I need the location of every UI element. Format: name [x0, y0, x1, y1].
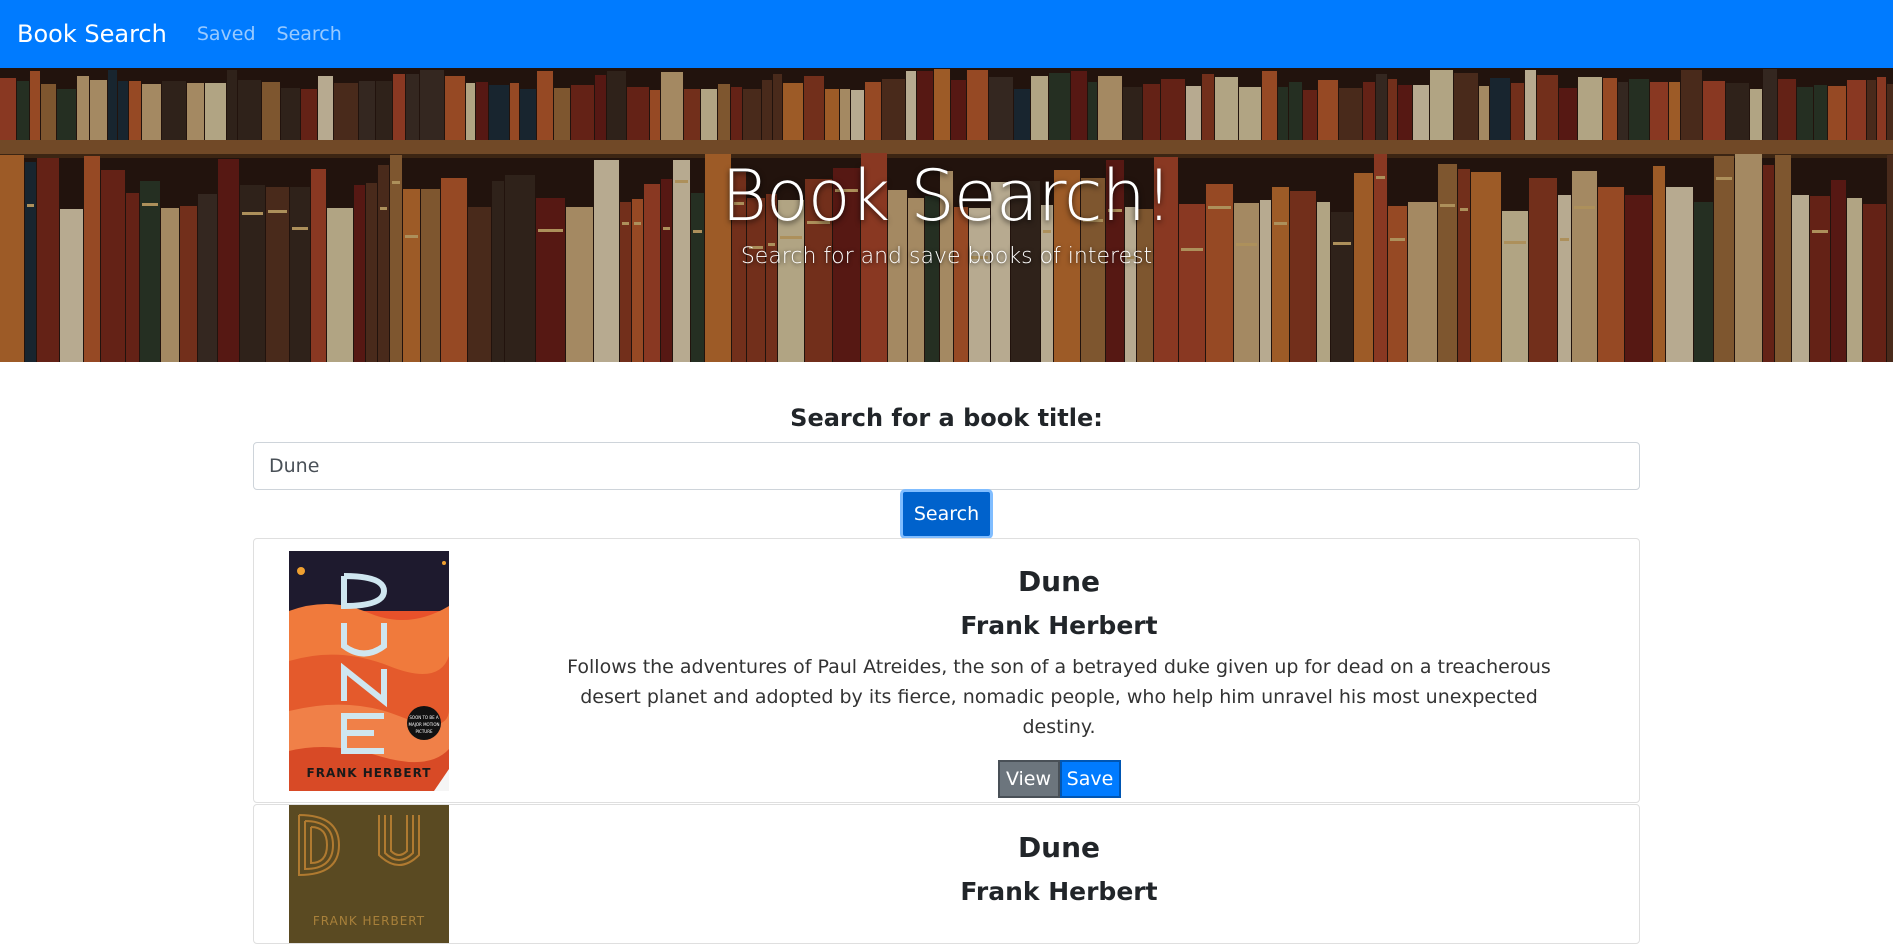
nav-link-saved[interactable]: Saved [197, 23, 256, 45]
nav-link-search[interactable]: Search [277, 23, 342, 45]
navbar-brand[interactable]: Book Search [17, 20, 167, 48]
book-title: Dune [1017, 565, 1101, 598]
card-actions: View Save [524, 760, 1594, 798]
hero-title: Book Search! [721, 155, 1173, 237]
book-title: Dune [1017, 831, 1101, 864]
result-card: SOON TO BE A MAJOR MOTION PICTURE FRANK … [253, 538, 1640, 803]
hero-banner: Book Search! Search for and save books o… [0, 68, 1893, 362]
svg-text:PICTURE: PICTURE [415, 729, 433, 734]
search-button[interactable]: Search [900, 489, 993, 539]
navbar: Book Search Saved Search [0, 0, 1893, 68]
result-card: FRANK HERBERT Dune Frank Herbert [253, 804, 1640, 944]
cover-badge-text: SOON TO BE A [409, 715, 439, 720]
svg-text:MAJOR MOTION: MAJOR MOTION [409, 722, 440, 727]
book-description: Follows the adventures of Paul Atreides,… [567, 656, 1551, 738]
book-author: Frank Herbert [960, 611, 1158, 640]
card-body: Dune Frank Herbert [524, 829, 1594, 909]
view-button[interactable]: View [997, 760, 1060, 798]
book-author: Frank Herbert [960, 877, 1158, 906]
book-cover-image: SOON TO BE A MAJOR MOTION PICTURE FRANK … [289, 551, 449, 791]
hero-subtitle: Search for and save books of interest [740, 244, 1153, 269]
book-cover-image: FRANK HERBERT [289, 805, 449, 943]
search-input[interactable] [253, 442, 1640, 490]
cover-author-text: FRANK HERBERT [313, 914, 425, 928]
cover-author-text: FRANK HERBERT [307, 766, 432, 780]
search-label: Search for a book title: [790, 404, 1103, 432]
card-body: Dune Frank Herbert Follows the adventure… [524, 563, 1594, 798]
save-button[interactable]: Save [1059, 760, 1121, 798]
